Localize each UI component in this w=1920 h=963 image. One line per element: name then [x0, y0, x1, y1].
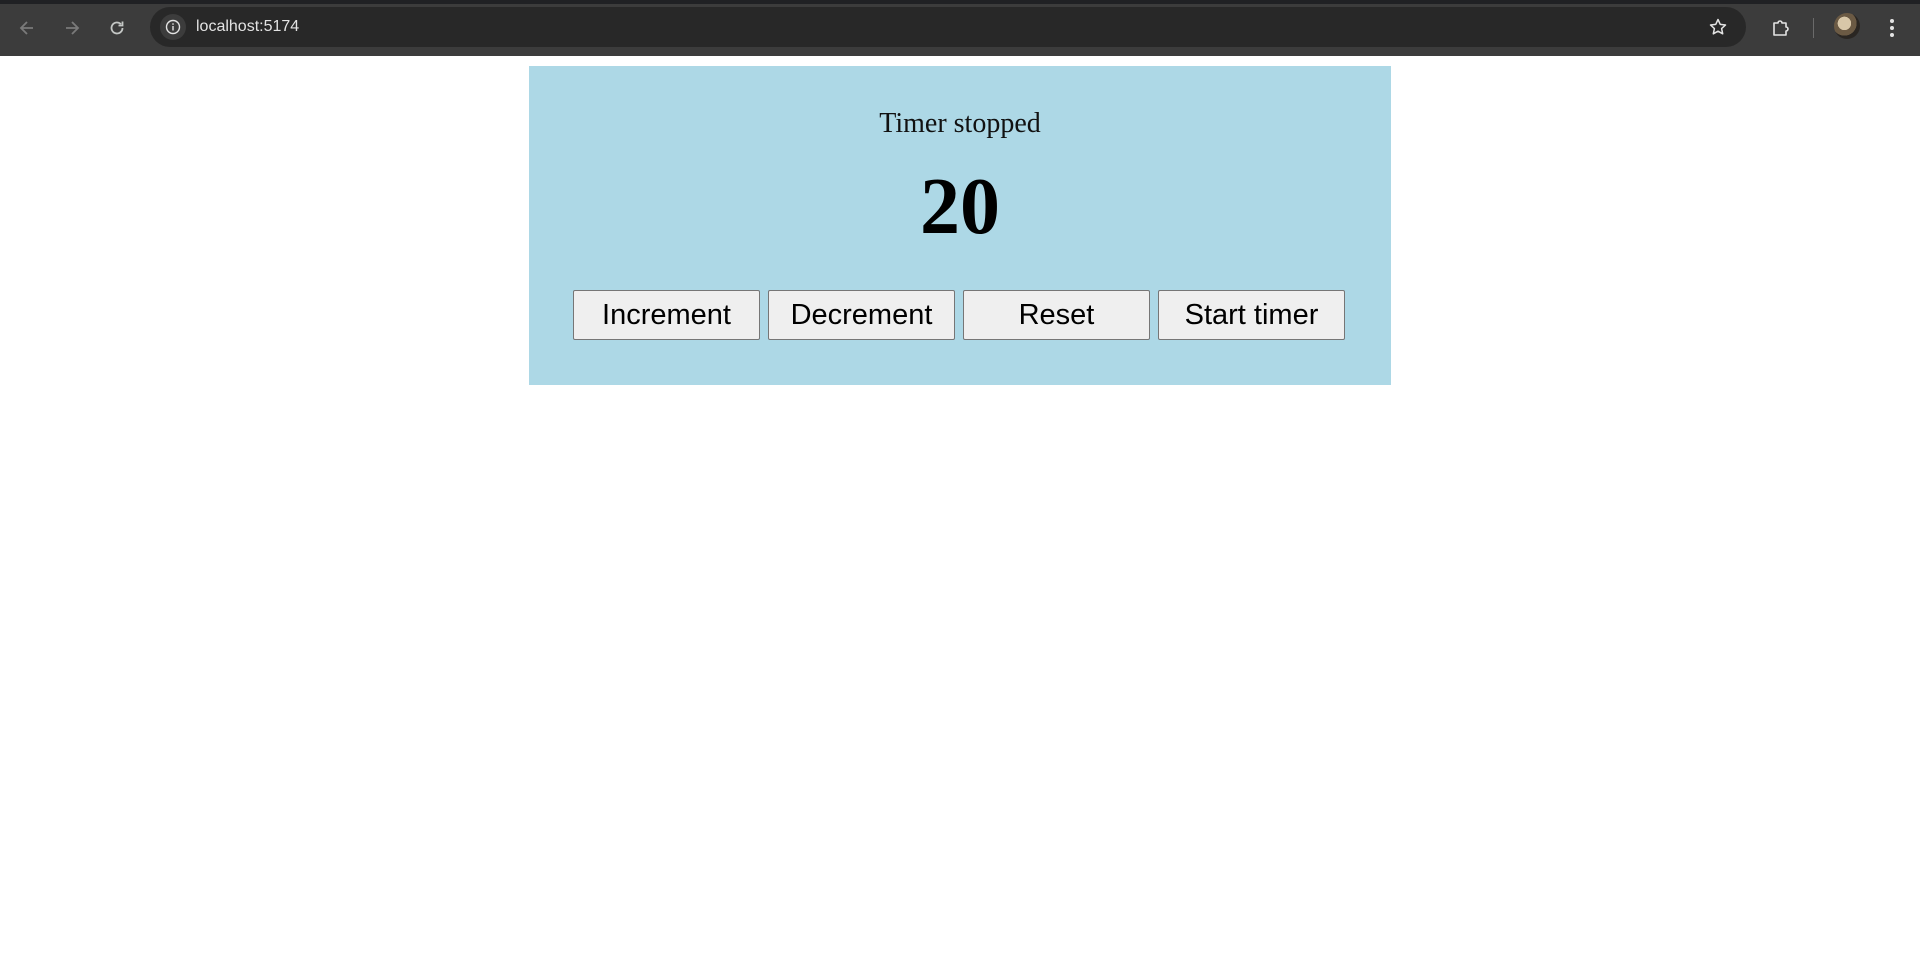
url-text[interactable]: localhost:5174 [196, 7, 299, 47]
star-icon[interactable] [1706, 15, 1730, 39]
reset-button[interactable]: Reset [963, 290, 1150, 340]
puzzle-icon [1773, 20, 1789, 36]
back-button[interactable] [11, 12, 43, 44]
extensions-button[interactable] [1765, 12, 1797, 44]
forward-button[interactable] [56, 12, 88, 44]
toolbar-divider [1813, 18, 1814, 38]
menu-button[interactable] [1876, 12, 1908, 44]
button-row: Increment Decrement Reset Start timer [573, 290, 1345, 340]
start-timer-button[interactable]: Start timer [1158, 290, 1345, 340]
counter-panel: Timer stopped 20 Increment Decrement Res… [529, 66, 1391, 385]
counter-value: 20 [920, 163, 1000, 251]
increment-button[interactable]: Increment [573, 290, 760, 340]
reload-icon [110, 21, 124, 35]
reload-button[interactable] [101, 12, 133, 44]
decrement-button[interactable]: Decrement [768, 290, 955, 340]
arrow-right-icon [66, 21, 80, 35]
address-bar[interactable]: localhost:5174 [150, 7, 1746, 47]
tab-strip [0, 0, 1920, 4]
avatar[interactable] [1834, 13, 1860, 39]
browser-toolbar: localhost:5174 [0, 0, 1920, 56]
info-icon[interactable] [160, 14, 186, 40]
arrow-left-icon [19, 21, 33, 35]
timer-status: Timer stopped [879, 108, 1041, 139]
kebab-menu-icon [1890, 19, 1894, 37]
